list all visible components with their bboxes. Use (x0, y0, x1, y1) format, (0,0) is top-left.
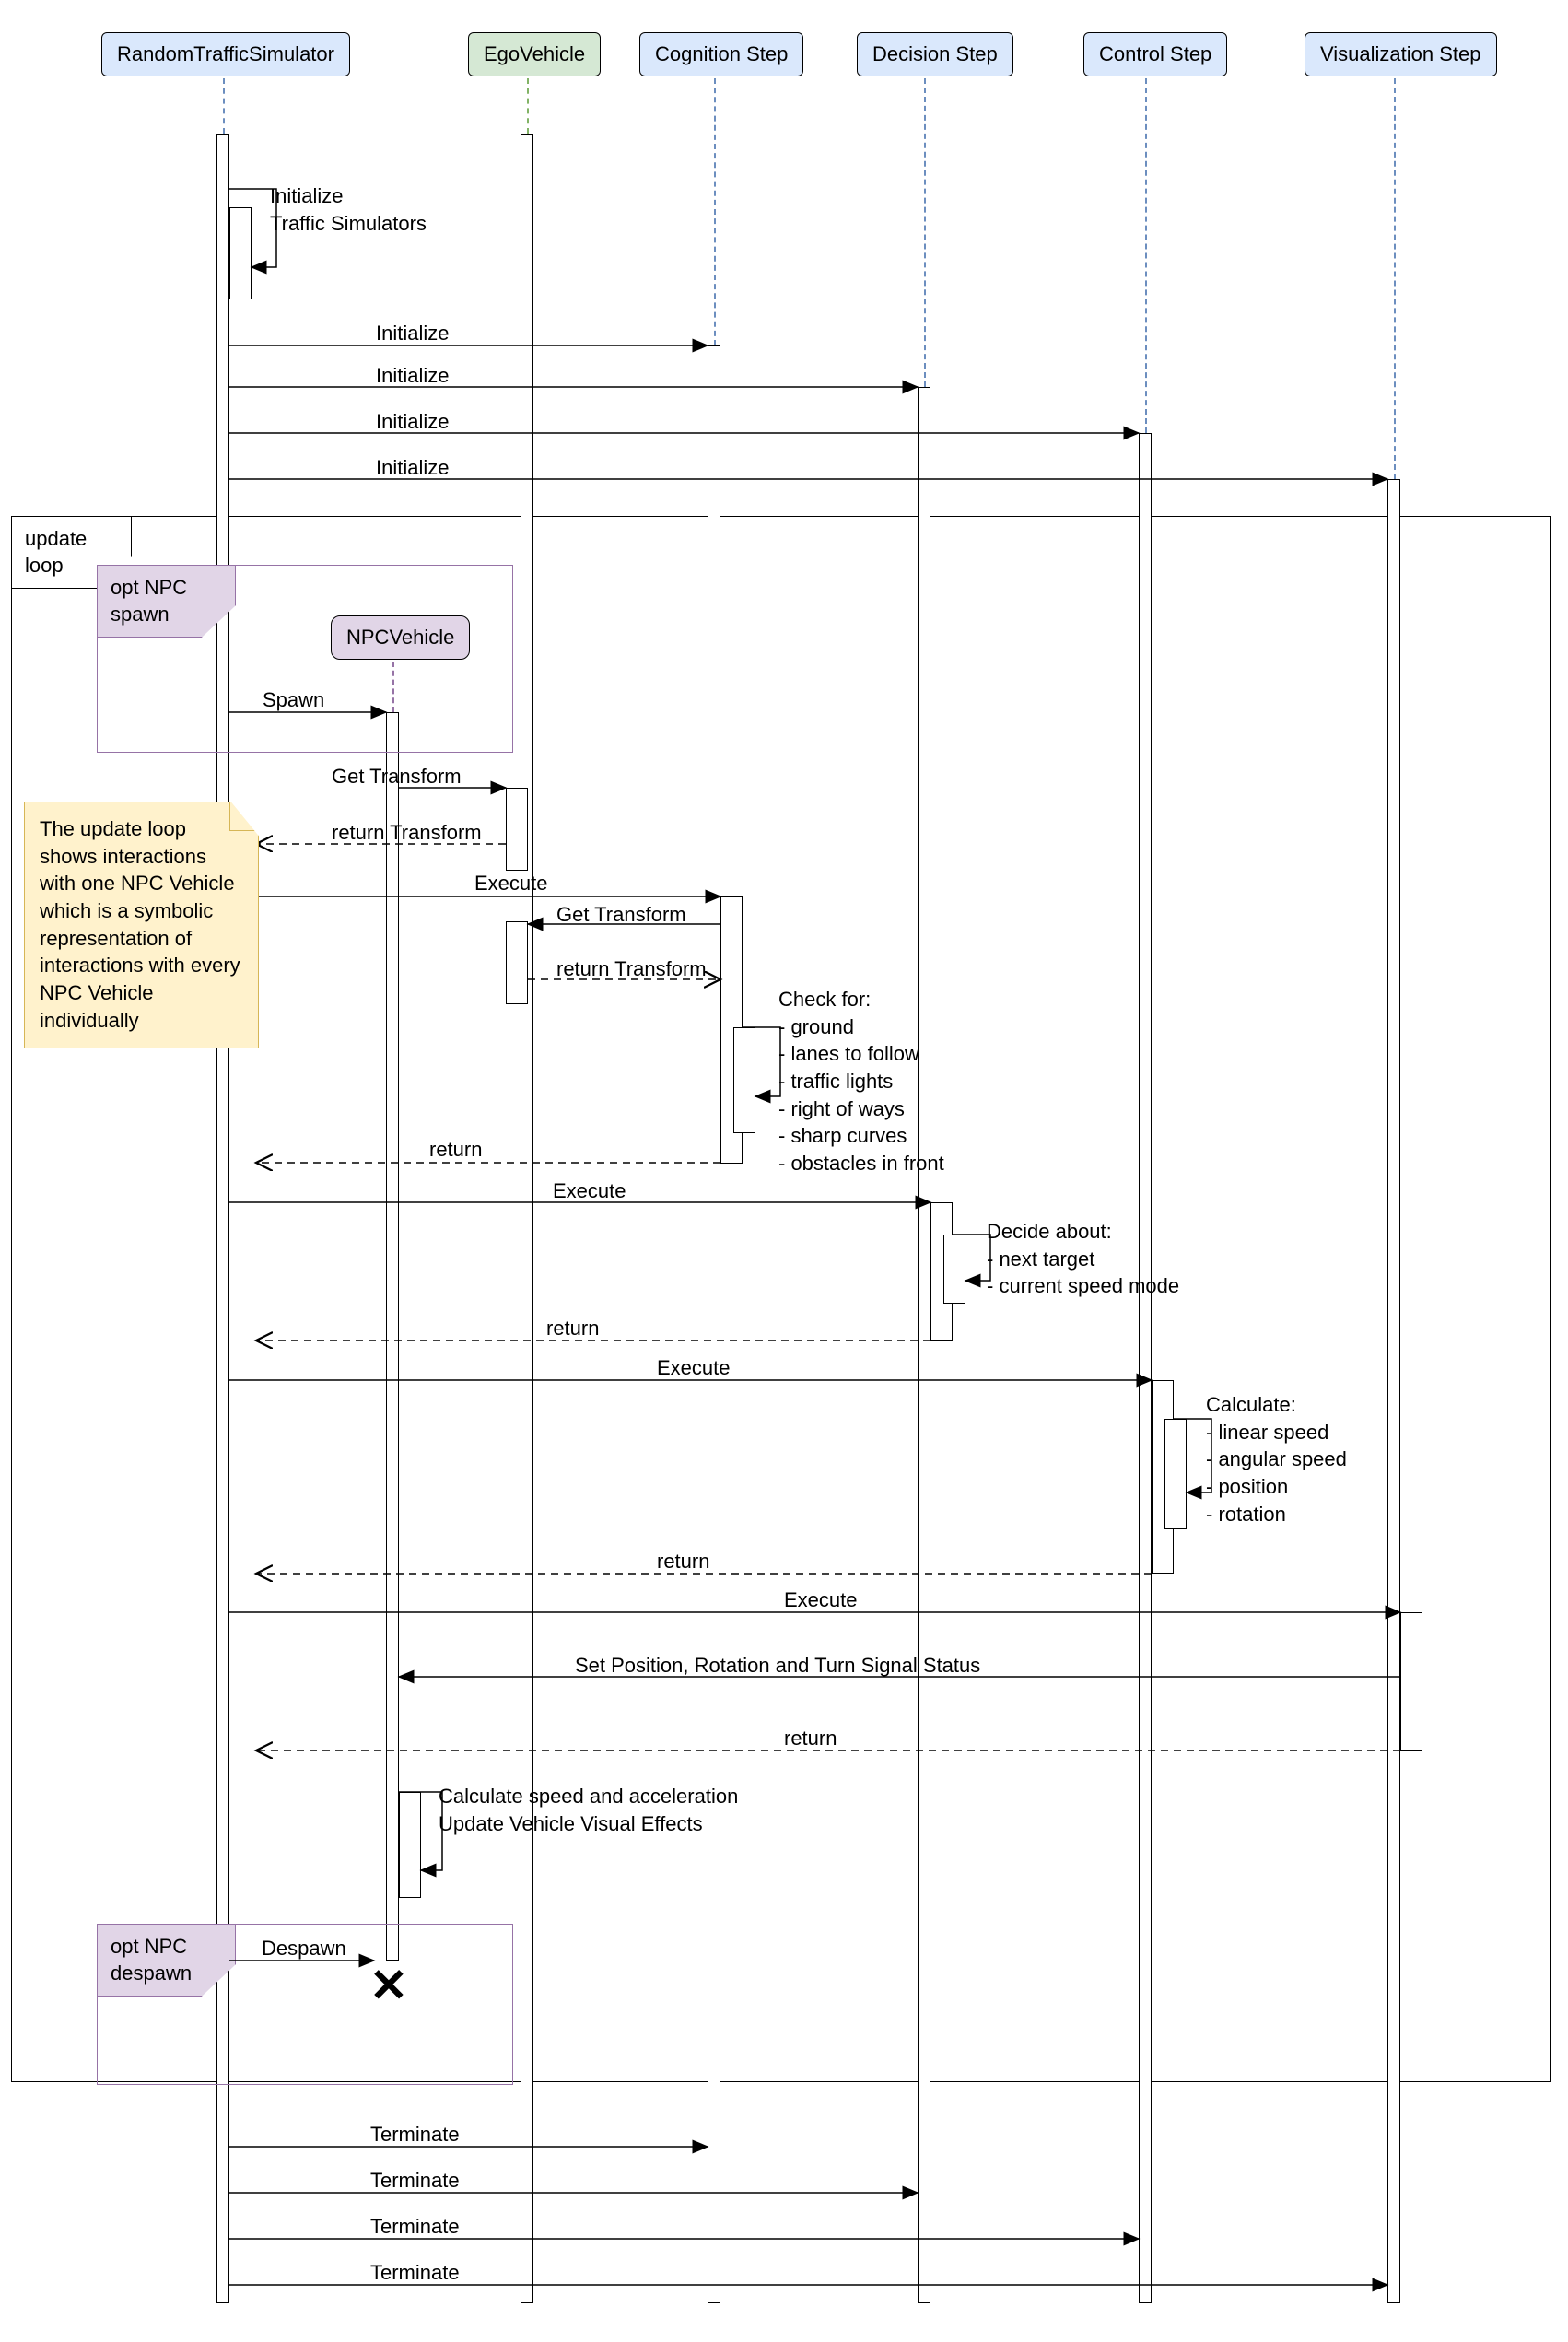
lifeline-dash-cog (714, 78, 716, 345)
frame-label-spawn: opt NPC spawn (98, 566, 236, 638)
activation-npc-self (399, 1792, 421, 1898)
label-return3: return (657, 1548, 709, 1575)
label-return-transform2: return Transform (556, 955, 707, 983)
note-update-loop: The update loop shows interactions with … (24, 802, 259, 1048)
lifeline-dash-ctrl (1145, 78, 1147, 433)
label-execute3: Execute (657, 1354, 731, 1382)
label-npc-self: Calculate speed and acceleration Update … (439, 1783, 738, 1837)
label-init-self: Initialize Traffic Simulators (270, 182, 427, 237)
label-terminate4: Terminate (370, 2259, 460, 2287)
label-spawn: Spawn (263, 686, 324, 714)
participant-cognition: Cognition Step (639, 32, 803, 76)
label-return2: return (546, 1315, 599, 1342)
label-return1: return (429, 1136, 482, 1164)
label-terminate3: Terminate (370, 2213, 460, 2241)
participant-ego: EgoVehicle (468, 32, 601, 76)
label-terminate2: Terminate (370, 2167, 460, 2195)
label-ctrl-self: Calculate: - linear speed - angular spee… (1206, 1391, 1347, 1528)
label-get-transform1: Get Transform (332, 763, 462, 790)
lifeline-cog (708, 345, 720, 2303)
lifeline-dash-ego (527, 78, 529, 134)
activation-ego-transform1 (506, 788, 528, 871)
lifeline-viz (1387, 479, 1400, 2303)
sequence-diagram: RandomTrafficSimulator EgoVehicle Cognit… (0, 0, 1568, 2342)
activation-ctrl-self (1164, 1419, 1187, 1529)
participant-npc: NPCVehicle (331, 615, 470, 660)
label-terminate1: Terminate (370, 2121, 460, 2149)
participant-control: Control Step (1083, 32, 1227, 76)
label-despawn: Despawn (262, 1935, 346, 1962)
label-dec-self: Decide about: - next target - current sp… (987, 1218, 1179, 1300)
label-execute1: Execute (474, 870, 548, 897)
label-init4: Initialize (376, 454, 449, 482)
participant-visualization: Visualization Step (1305, 32, 1497, 76)
label-cog-self: Check for: - ground - lanes to follow - … (778, 986, 944, 1177)
label-return-transform1: return Transform (332, 819, 482, 847)
lifeline-npc (386, 712, 399, 1961)
label-init1: Initialize (376, 320, 449, 347)
activation-ego-transform2 (506, 921, 528, 1004)
label-viz-set: Set Position, Rotation and Turn Signal S… (575, 1652, 980, 1680)
activation-rts-init (229, 207, 252, 299)
lifeline-dash-rts (223, 78, 225, 134)
label-init3: Initialize (376, 408, 449, 436)
activation-cog-self (733, 1027, 755, 1133)
label-execute2: Execute (553, 1177, 626, 1205)
lifeline-dash-dec (924, 78, 926, 387)
lifeline-ctrl (1139, 433, 1152, 2303)
frame-label-despawn: opt NPC despawn (98, 1925, 236, 1997)
activation-viz-exec (1400, 1612, 1422, 1751)
label-execute4: Execute (784, 1587, 858, 1614)
lifeline-dec (918, 387, 930, 2303)
lifeline-ego (521, 134, 533, 2303)
lifeline-dash-viz (1394, 78, 1396, 479)
label-init2: Initialize (376, 362, 449, 390)
activation-dec-self (943, 1235, 965, 1304)
participant-rts: RandomTrafficSimulator (101, 32, 350, 76)
label-return4: return (784, 1725, 837, 1752)
destroy-icon: ✕ (369, 1962, 408, 2008)
label-get-transform2: Get Transform (556, 901, 686, 929)
participant-decision: Decision Step (857, 32, 1013, 76)
